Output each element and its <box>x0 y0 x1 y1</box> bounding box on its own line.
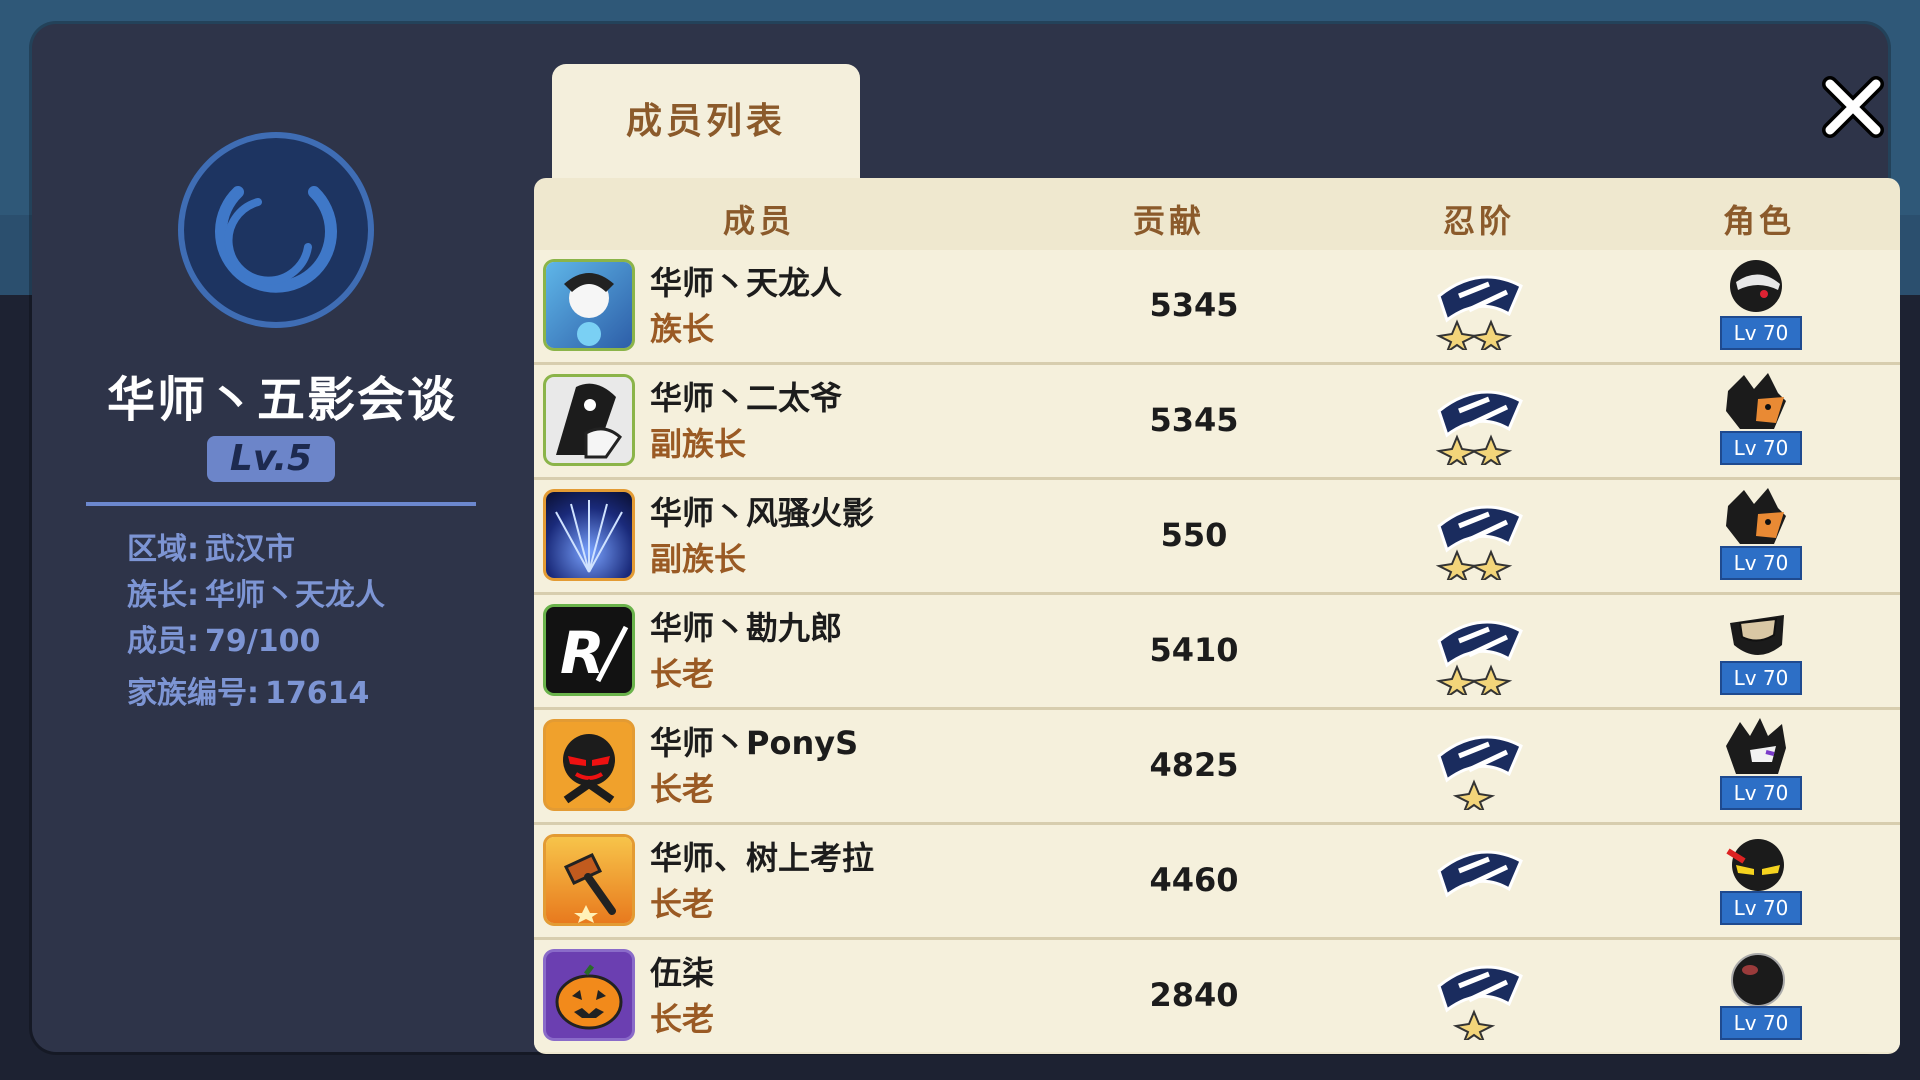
member-title: 长老 <box>650 885 715 923</box>
divider <box>86 502 476 506</box>
member-avatar <box>546 837 632 923</box>
member-name: 华师、树上考拉 <box>650 839 875 877</box>
table-row[interactable]: 华师丶天龙人 族长 5345 Lv 70 <box>534 250 1900 365</box>
close-icon <box>1822 76 1884 138</box>
member-avatar <box>546 722 632 808</box>
member-name: 伍柒 <box>650 954 715 992</box>
member-name: 华师丶勘九郎 <box>650 609 843 647</box>
table-row[interactable]: 华师、树上考拉 长老 4460 Lv 70 <box>534 825 1900 940</box>
member-avatar <box>546 492 632 578</box>
member-avatar: R <box>546 607 632 693</box>
table-row[interactable]: R 华师丶勘九郎 长老 5410 Lv 70 <box>534 595 1900 710</box>
rank-chao-ren-icon <box>1435 620 1523 695</box>
region-line: 区域: 武汉市 <box>127 524 295 568</box>
table-row[interactable]: 华师丶PonyS 长老 4825 Lv 70 <box>534 710 1900 825</box>
member-avatar <box>546 377 632 463</box>
rank-chao-ren-icon <box>1435 390 1523 465</box>
character-level-badge: Lv 70 <box>1720 431 1802 465</box>
character-level-badge: Lv 70 <box>1720 891 1802 925</box>
rank-chao-ren-icon <box>1435 505 1523 580</box>
rank-chao-ren-icon <box>1435 275 1523 350</box>
character-level-badge: Lv 70 <box>1720 661 1802 695</box>
tab-member-list-label: 成员列表 <box>625 101 786 142</box>
member-contribution: 4825 <box>1149 746 1239 784</box>
member-name: 华师丶二太爷 <box>650 379 843 417</box>
member-contribution: 5345 <box>1149 286 1239 324</box>
header-member: 成员 <box>722 202 795 240</box>
character-level-badge: Lv 70 <box>1720 546 1802 580</box>
members-label: 成员: <box>127 624 199 659</box>
tab-member-list[interactable]: 成员列表 <box>552 64 860 184</box>
member-avatar <box>546 952 632 1038</box>
clan-id-label: 家族编号: <box>127 676 259 711</box>
member-title: 长老 <box>650 1000 715 1038</box>
clan-emblem-icon <box>178 132 374 328</box>
member-title: 族长 <box>650 310 715 348</box>
member-table: 成员 贡献 忍阶 角色 华师丶天龙人 族长 5345 Lv 70 华师丶二太爷 … <box>534 178 1900 1054</box>
clan-level-badge: Lv.5 <box>207 436 335 482</box>
clan-info-panel: 华师丶五影会谈 Lv.5 区域: 武汉市 族长: 华师丶天龙人 成员: 79/100 … <box>32 24 1900 1054</box>
member-name: 华师丶风骚火影 <box>650 494 875 532</box>
member-contribution: 550 <box>1160 516 1228 554</box>
character-level-badge: Lv 70 <box>1720 776 1802 810</box>
member-avatar <box>546 262 632 348</box>
member-contribution: 5345 <box>1149 401 1239 439</box>
header-rank: 忍阶 <box>1442 202 1515 240</box>
leader-value: 华师丶天龙人 <box>205 578 385 613</box>
table-row[interactable]: 华师丶二太爷 副族长 5345 Lv 70 <box>534 365 1900 480</box>
region-value: 武汉市 <box>205 532 295 567</box>
member-name: 华师丶天龙人 <box>650 264 843 302</box>
character-level-badge: Lv 70 <box>1720 316 1802 350</box>
members-line: 成员: 79/100 <box>127 616 320 660</box>
header-contribution: 贡献 <box>1132 202 1205 240</box>
member-contribution: 4460 <box>1149 861 1239 899</box>
header-role: 角色 <box>1722 202 1795 240</box>
member-title: 副族长 <box>650 425 747 463</box>
member-contribution: 2840 <box>1149 976 1239 1014</box>
character-level-badge: Lv 70 <box>1720 1006 1802 1040</box>
clan-id-line: 家族编号: 17614 <box>127 668 369 712</box>
table-row[interactable]: 伍柒 长老 2840 Lv 70 <box>534 940 1900 1052</box>
member-contribution: 5410 <box>1149 631 1239 669</box>
clan-id-value: 17614 <box>265 676 370 711</box>
table-row[interactable]: 华师丶风骚火影 副族长 550 Lv 70 <box>534 480 1900 595</box>
leader-line: 族长: 华师丶天龙人 <box>127 570 385 614</box>
leader-label: 族长: <box>127 578 199 613</box>
member-title: 副族长 <box>650 540 747 578</box>
clan-name: 华师丶五影会谈 <box>106 372 457 428</box>
member-title: 长老 <box>650 655 715 693</box>
close-button[interactable] <box>1818 72 1888 142</box>
rank-chao-ren-icon <box>1437 850 1523 898</box>
table-header: 成员 贡献 忍阶 角色 <box>534 178 1900 250</box>
member-title: 长老 <box>650 770 715 808</box>
region-label: 区域: <box>127 532 199 567</box>
rank-chao-ren-icon <box>1437 735 1523 810</box>
rank-chao-ren-icon <box>1437 965 1523 1040</box>
members-value: 79/100 <box>205 624 321 659</box>
member-name: 华师丶PonyS <box>650 724 859 762</box>
